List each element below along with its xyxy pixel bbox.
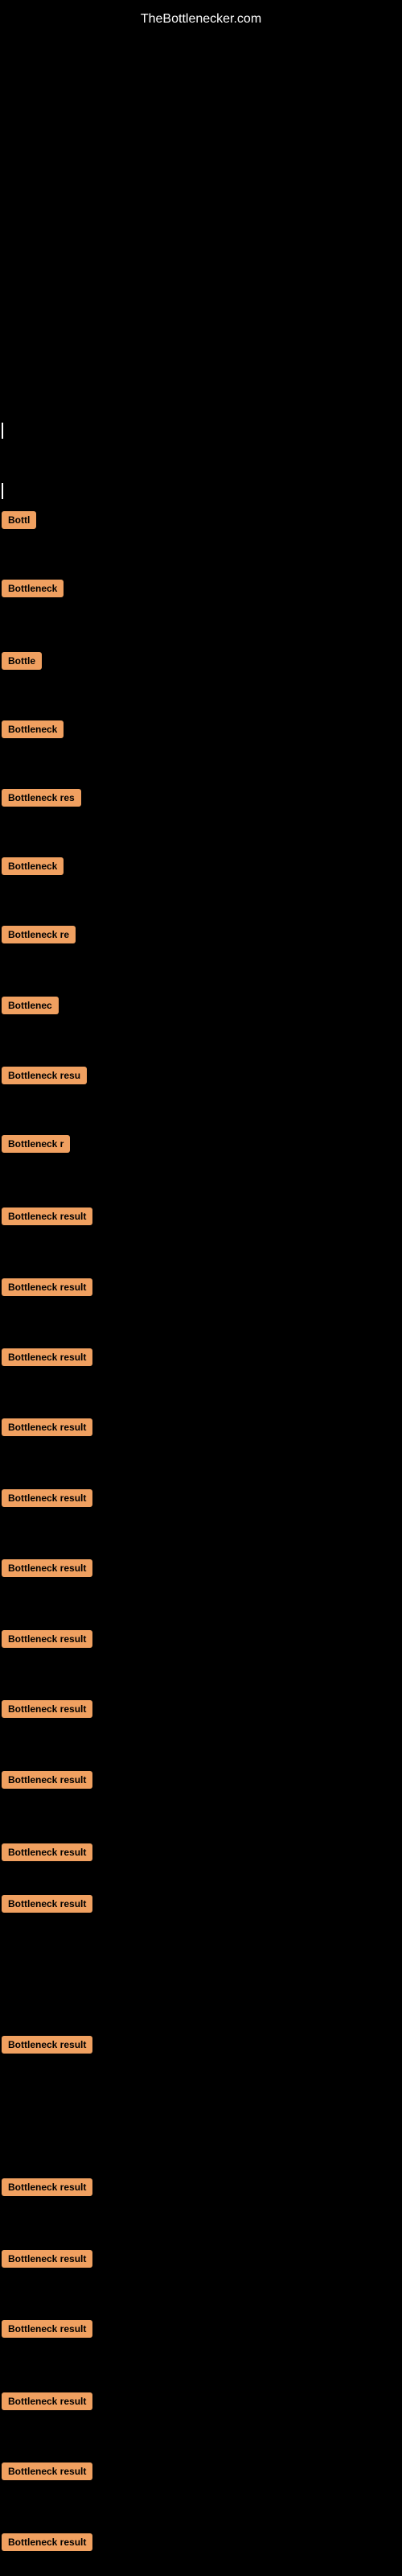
site-title: TheBottlenecker.com bbox=[141, 4, 261, 35]
bottleneck-badge-20[interactable]: Bottleneck result bbox=[2, 1895, 92, 1913]
bottleneck-badge-0[interactable]: Bottl bbox=[2, 511, 36, 529]
bottleneck-badge-21[interactable]: Bottleneck result bbox=[2, 2036, 92, 2054]
bottleneck-badge-17[interactable]: Bottleneck result bbox=[2, 1700, 92, 1718]
bottleneck-badge-8[interactable]: Bottleneck resu bbox=[2, 1067, 87, 1084]
bottleneck-badge-6[interactable]: Bottleneck re bbox=[2, 926, 76, 943]
bottleneck-badge-23[interactable]: Bottleneck result bbox=[2, 2250, 92, 2268]
bottleneck-badge-19[interactable]: Bottleneck result bbox=[2, 1843, 92, 1861]
bottleneck-badge-7[interactable]: Bottlenec bbox=[2, 997, 59, 1014]
bottleneck-badge-2[interactable]: Bottle bbox=[2, 652, 42, 670]
bottleneck-badge-4[interactable]: Bottleneck res bbox=[2, 789, 81, 807]
bottleneck-badge-16[interactable]: Bottleneck result bbox=[2, 1630, 92, 1648]
bottleneck-badge-11[interactable]: Bottleneck result bbox=[2, 1278, 92, 1296]
bottleneck-badge-1[interactable]: Bottleneck bbox=[2, 580, 64, 597]
bottleneck-badge-10[interactable]: Bottleneck result bbox=[2, 1208, 92, 1225]
bottleneck-badge-26[interactable]: Bottleneck result bbox=[2, 2462, 92, 2480]
cursor-line-2 bbox=[2, 483, 3, 499]
bottleneck-badge-15[interactable]: Bottleneck result bbox=[2, 1559, 92, 1577]
bottleneck-badge-5[interactable]: Bottleneck bbox=[2, 857, 64, 875]
bottleneck-badge-18[interactable]: Bottleneck result bbox=[2, 1771, 92, 1789]
bottleneck-badge-13[interactable]: Bottleneck result bbox=[2, 1418, 92, 1436]
cursor-line-1 bbox=[2, 423, 3, 439]
bottleneck-badge-14[interactable]: Bottleneck result bbox=[2, 1489, 92, 1507]
bottleneck-badge-12[interactable]: Bottleneck result bbox=[2, 1348, 92, 1366]
bottleneck-badge-24[interactable]: Bottleneck result bbox=[2, 2320, 92, 2338]
bottleneck-badge-22[interactable]: Bottleneck result bbox=[2, 2178, 92, 2196]
bottleneck-badge-9[interactable]: Bottleneck r bbox=[2, 1135, 70, 1153]
bottleneck-badge-25[interactable]: Bottleneck result bbox=[2, 2392, 92, 2410]
bottleneck-badge-3[interactable]: Bottleneck bbox=[2, 720, 64, 738]
bottleneck-badge-27[interactable]: Bottleneck result bbox=[2, 2533, 92, 2551]
